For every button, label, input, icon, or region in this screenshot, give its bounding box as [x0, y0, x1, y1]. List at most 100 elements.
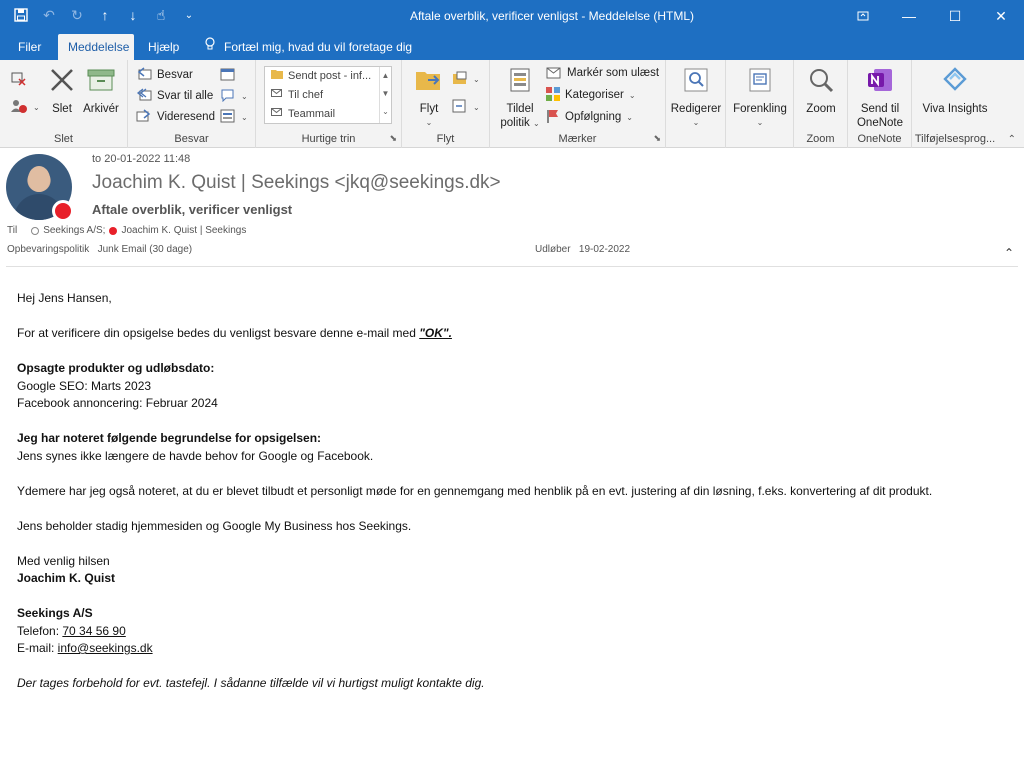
categorize-button[interactable]: Kategoriser ⌄ [546, 86, 636, 104]
email-link[interactable]: info@seekings.dk [58, 641, 153, 655]
product-line: Facebook annoncering: Februar 2024 [17, 396, 218, 410]
tab-meddelelse[interactable]: Meddelelse [58, 34, 134, 60]
forward-button[interactable]: Videresend [136, 108, 215, 126]
rules-button[interactable]: ⌄ [452, 70, 480, 88]
sent-date: to 20-01-2022 11:48 [92, 153, 191, 165]
recipient-1[interactable]: Seekings A/S; [43, 225, 105, 236]
quick-step-item[interactable]: Teammail [265, 105, 391, 124]
dialog-launcher-icon[interactable]: ⬊ [389, 133, 397, 144]
assign-policy-button[interactable]: Tildel politik ⌄ [496, 66, 544, 131]
reply-label: Besvar [157, 69, 193, 81]
verify-paragraph: For at verificere din opsigelse bedes du… [17, 326, 452, 340]
more-respond-button[interactable]: ⌄ [220, 108, 248, 126]
viva-insights-label: Viva Insights [922, 103, 988, 115]
expiry-date: Udløber 19-02-2022 [535, 244, 631, 255]
close-icon[interactable]: ✕ [978, 0, 1024, 32]
group-label-slet: Slet [54, 133, 73, 145]
quick-steps-gallery: Sendt post - inf... Til chef Teammail ▲ ▼… [264, 66, 392, 124]
meeting-reply-button[interactable] [220, 66, 236, 84]
company-name: Seekings A/S [17, 606, 93, 620]
delete-label: Slet [52, 103, 72, 115]
forward-icon [136, 108, 152, 126]
phone-line: Telefon: 70 34 56 90 [17, 623, 126, 638]
collapse-ribbon-icon[interactable]: ⌃ [1008, 134, 1016, 145]
group-label-onenote: OneNote [857, 133, 902, 145]
quick-steps-scroll[interactable]: ▲ ▼ ⌄ [379, 67, 391, 123]
immersive-label: Forenkling [733, 103, 787, 115]
forward-label: Videresend [157, 111, 215, 123]
group-label-maerker: Mærker [558, 133, 597, 145]
junk-icon [10, 98, 28, 117]
tab-filer[interactable]: Filer [8, 34, 51, 60]
group-label-quick-steps: Hurtige trin [301, 133, 356, 145]
teams-chat-button[interactable]: ⌄ [220, 87, 248, 105]
keeps-paragraph: Jens beholder stadig hjemmesiden og Goog… [17, 518, 412, 533]
editing-button[interactable]: Redigerer ⌄ [670, 66, 722, 130]
group-immersive: Forenkling ⌄ [726, 60, 794, 148]
move-button[interactable]: Flyt ⌄ [410, 66, 448, 130]
mark-unread-icon [546, 65, 562, 82]
window-controls: — ☐ ✕ [840, 0, 1024, 32]
mark-unread-button[interactable]: Markér som ulæst [546, 64, 659, 82]
collapse-header-icon[interactable]: ⌃ [1004, 246, 1014, 260]
reply-all-icon [136, 87, 152, 105]
junk-button[interactable]: ⌄ [10, 98, 40, 116]
email-line: E-mail: info@seekings.dk [17, 641, 153, 655]
send-to-onenote-button[interactable]: Send til OneNote [852, 66, 908, 130]
policy-icon [496, 66, 544, 98]
recipient-2[interactable]: Joachim K. Quist | Seekings [121, 225, 246, 236]
reply-button[interactable]: Besvar [136, 66, 193, 84]
tab-hjaelp[interactable]: Hjælp [138, 34, 189, 60]
phone-link[interactable]: 70 34 56 90 [62, 624, 125, 638]
quick-step-item[interactable]: Til chef [265, 86, 391, 105]
group-label-zoom: Zoom [806, 133, 835, 145]
meeting-icon [220, 67, 236, 84]
ribbon: ⌄ Slet Arkivér Slet Besvar Svar til alle… [0, 60, 1024, 148]
onenote-icon [852, 66, 908, 98]
products-heading: Opsagte produkter og udløbsdato: [17, 361, 215, 375]
immersive-reader-button[interactable]: Forenkling ⌄ [730, 66, 790, 130]
retention-policy: Opbevaringspolitik Junk Email (30 dage) [7, 244, 193, 255]
zoom-button-label: Zoom [806, 103, 836, 115]
move-label: Flyt [419, 103, 439, 115]
delete-icon [44, 66, 80, 98]
group-besvar: Besvar Svar til alle Videresend ⌄ ⌄ Besv… [128, 60, 256, 148]
quick-step-item[interactable]: Sendt post - inf... [265, 67, 391, 86]
maximize-icon[interactable]: ☐ [932, 0, 978, 32]
delete-button[interactable]: Slet [44, 66, 80, 116]
dialog-launcher-icon[interactable]: ⬊ [653, 133, 661, 144]
ribbon-tabs: Filer Meddelelse Hjælp Fortæl mig, hvad … [0, 32, 1024, 60]
mark-unread-label: Markér som ulæst [567, 67, 660, 79]
followup-label: Opfølgning [565, 111, 622, 123]
closing: Med venlig hilsen [17, 553, 110, 568]
group-addins: Viva Insights Tilføjelsesprog... [912, 60, 998, 148]
group-label-addins: Tilføjelsesprog... [914, 133, 996, 145]
ignore-button[interactable] [10, 70, 26, 88]
magnifier-icon [798, 66, 844, 98]
followup-button[interactable]: Opfølgning ⌄ [546, 108, 633, 126]
message-subject: Aftale overblik, verificer venligst [92, 202, 293, 217]
group-label-flyt: Flyt [436, 133, 455, 145]
lightbulb-icon [204, 34, 216, 60]
signer-name: Joachim K. Quist [17, 571, 116, 585]
categorize-label: Kategoriser [565, 89, 624, 101]
group-zoom: Zoom Zoom [794, 60, 848, 148]
presence-busy-icon [109, 226, 118, 235]
reply-all-button[interactable]: Svar til alle [136, 87, 213, 105]
tell-me-search[interactable]: Fortæl mig, hvad du vil foretage dig [204, 34, 412, 60]
envelope-icon [271, 105, 283, 124]
sender-name[interactable]: Joachim K. Quist | Seekings <jkq@seeking… [92, 172, 501, 194]
zoom-button[interactable]: Zoom [798, 66, 844, 116]
archive-button[interactable]: Arkivér [80, 66, 122, 116]
reply-all-label: Svar til alle [157, 90, 214, 102]
greeting: Hej Jens Hansen, [17, 291, 112, 305]
group-editing: Redigerer ⌄ [666, 60, 726, 148]
viva-insights-button[interactable]: Viva Insights [918, 66, 992, 116]
chat-icon [220, 88, 236, 105]
tell-me-text: Fortæl mig, hvad du vil foretage dig [224, 40, 413, 54]
actions-button[interactable]: ⌄ [452, 98, 480, 116]
reason-text: Jens synes ikke længere de havde behov f… [17, 448, 374, 463]
forward-envelope-icon [271, 86, 283, 105]
ribbon-display-options-icon[interactable] [840, 0, 886, 32]
minimize-icon[interactable]: — [886, 0, 932, 32]
